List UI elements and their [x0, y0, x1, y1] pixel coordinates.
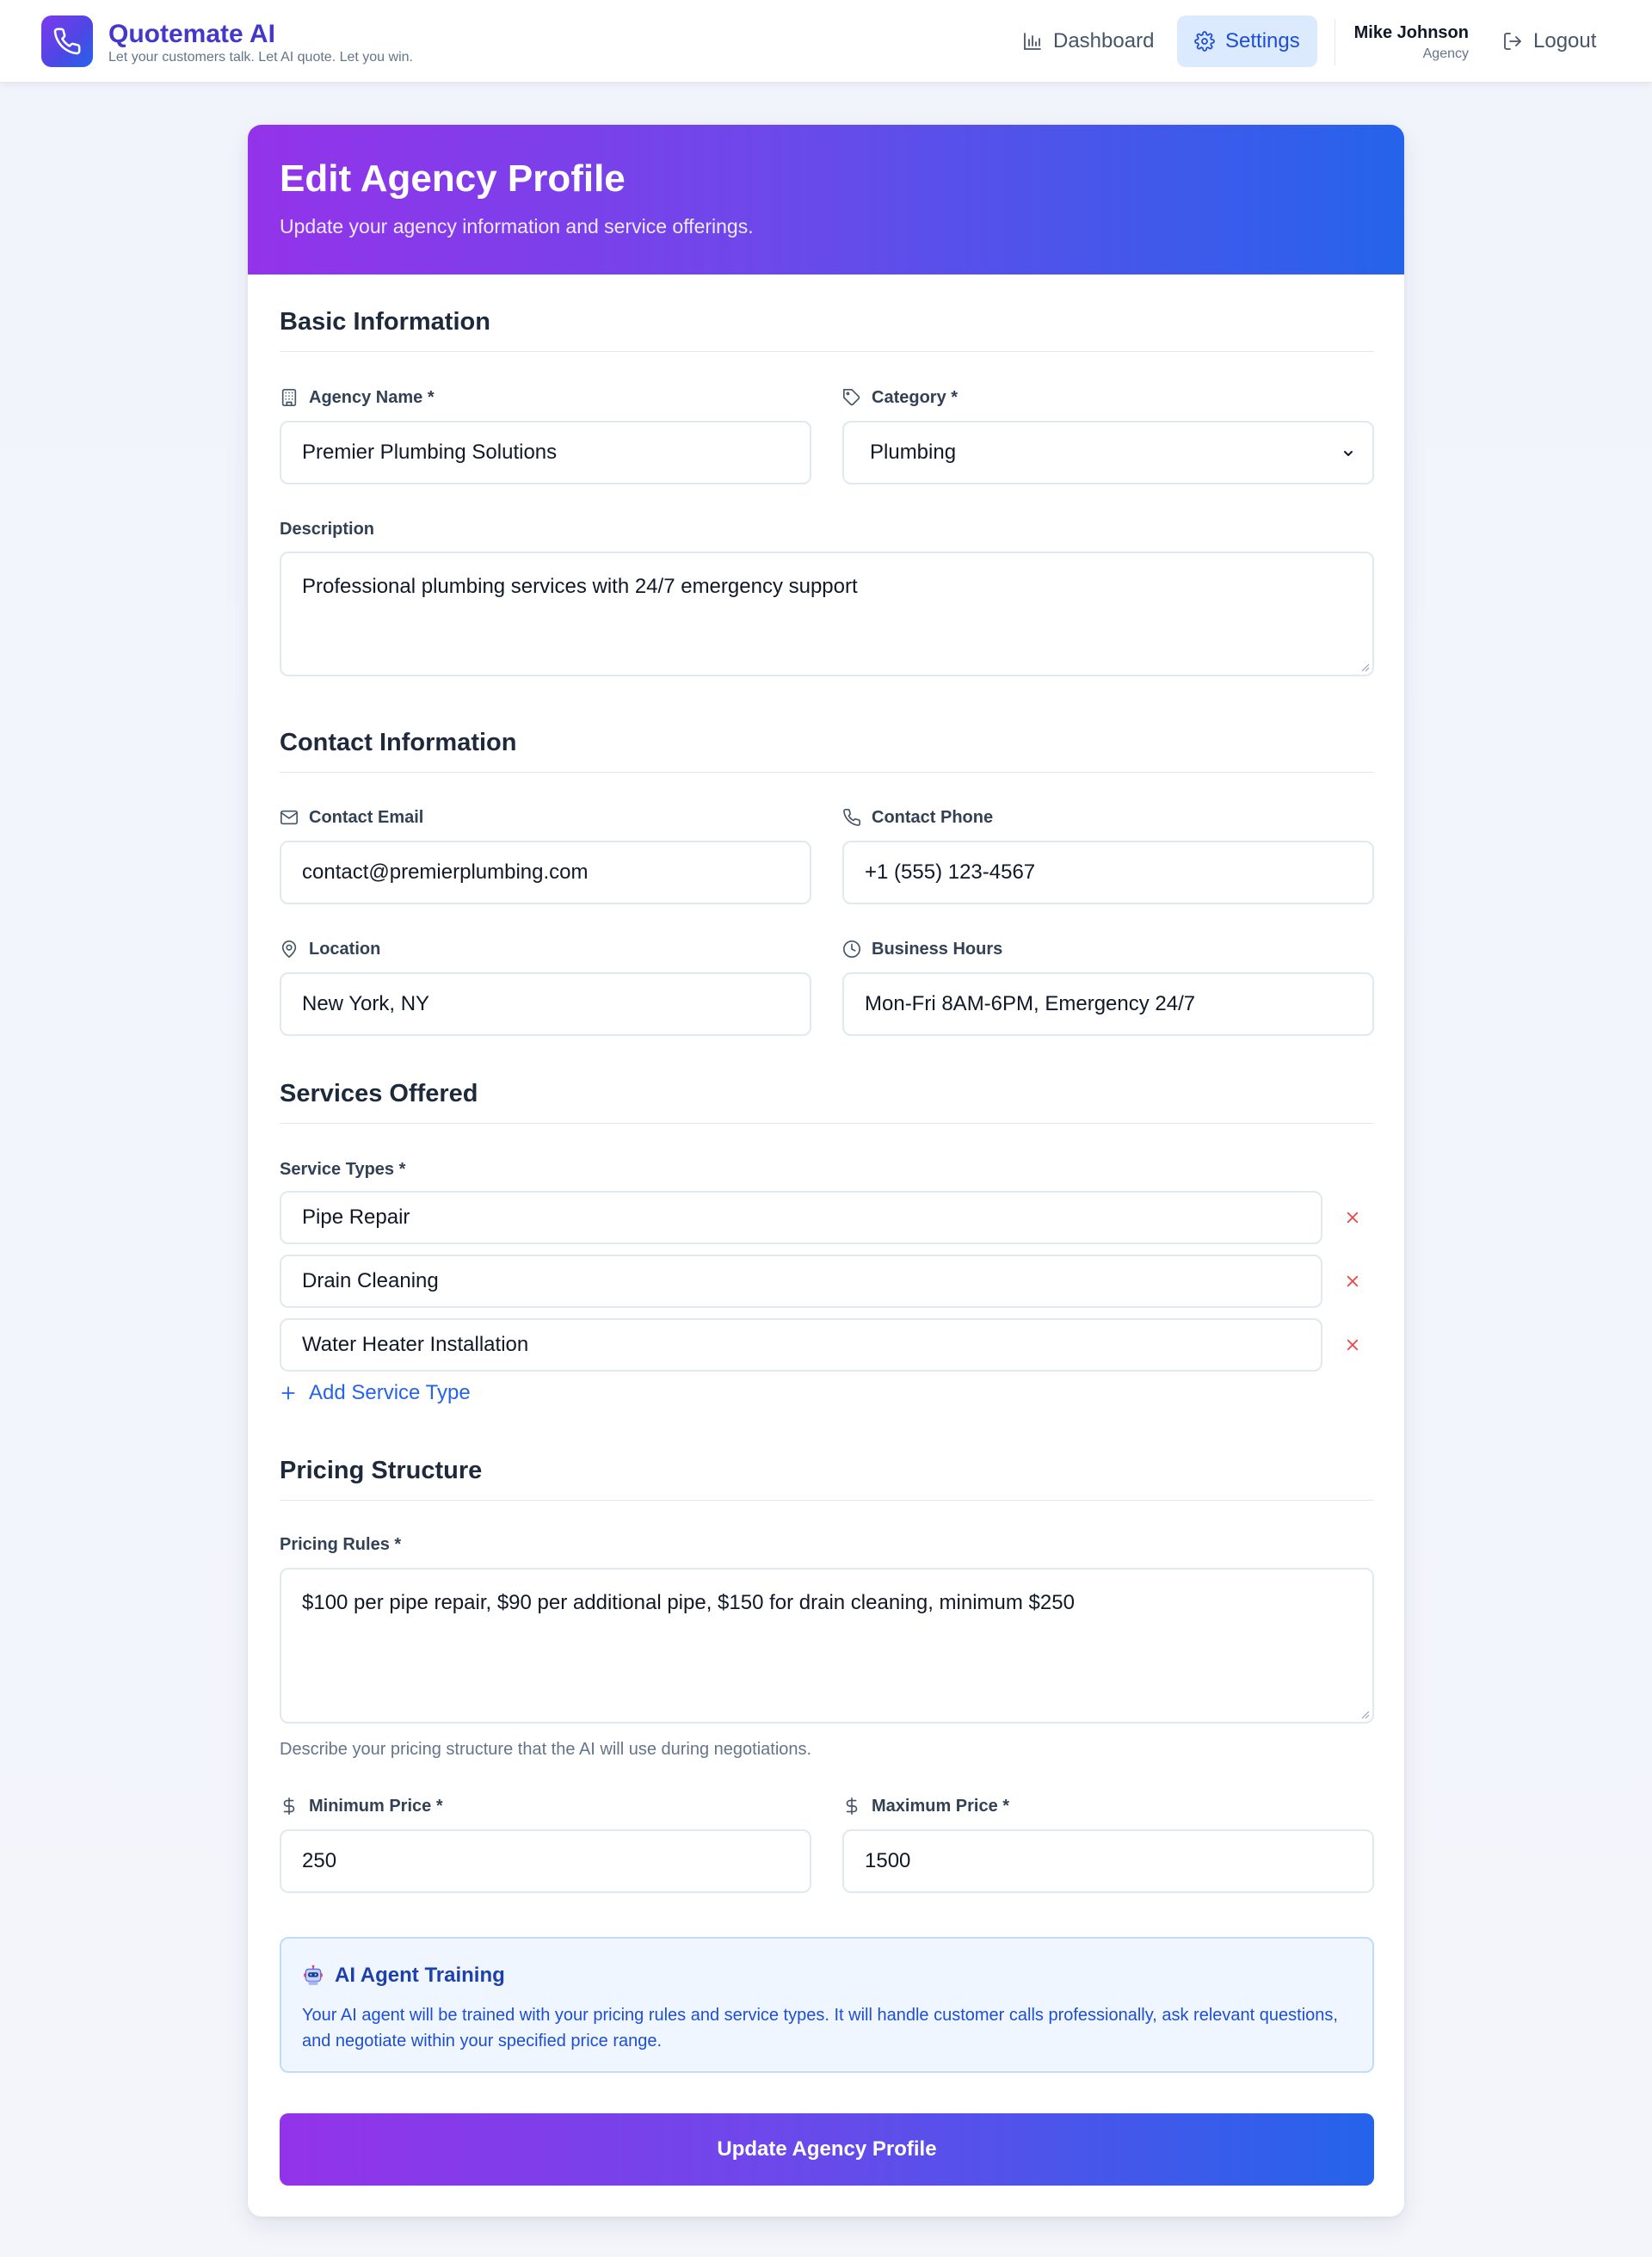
close-icon — [1347, 1275, 1359, 1287]
service-type-input[interactable]: Water Heater Installation — [280, 1318, 1322, 1372]
maximum-price-label: Maximum Price * — [842, 1796, 1009, 1816]
agency-profile-card: Edit Agency Profile Update your agency i… — [248, 125, 1404, 2217]
clock-icon — [843, 940, 860, 958]
category-label: Category * — [842, 387, 958, 408]
section-title-basic: Basic Information — [280, 308, 490, 336]
ai-training-title-text: AI Agent Training — [335, 1964, 505, 1987]
pricing-rules-textarea[interactable]: $100 per pipe repair, $90 per additional… — [280, 1568, 1374, 1724]
service-types-label-text: Service Types * — [280, 1160, 406, 1179]
tag-icon — [843, 389, 860, 406]
contact-phone-input[interactable]: +1 (555) 123-4567 — [842, 841, 1374, 904]
dollar-icon — [283, 1798, 295, 1815]
contact-phone-label: Contact Phone — [842, 807, 993, 828]
close-icon — [1347, 1339, 1359, 1351]
pricing-rules-label: Pricing Rules * — [280, 1534, 401, 1555]
robot-icon — [304, 1964, 323, 1985]
category-select-value: Plumbing — [870, 441, 957, 464]
mail-icon — [280, 810, 298, 825]
section-divider — [280, 1123, 1374, 1124]
ai-training-title: AI Agent Training — [302, 1963, 505, 1989]
maximum-price-input[interactable]: 1500 — [842, 1829, 1374, 1893]
logo[interactable] — [41, 15, 93, 67]
card-header: Edit Agency Profile Update your agency i… — [248, 125, 1404, 274]
remove-service-button[interactable] — [1335, 1328, 1370, 1362]
phone-icon — [843, 809, 860, 826]
update-agency-profile-button[interactable]: Update Agency Profile — [280, 2113, 1374, 2186]
logout-icon — [1504, 33, 1521, 50]
page-subtitle: Update your agency information and servi… — [280, 215, 754, 237]
pricing-rules-label-text: Pricing Rules * — [280, 1535, 402, 1554]
description-label-text: Description — [280, 520, 375, 539]
description-label: Description — [280, 519, 374, 540]
close-icon — [1347, 1212, 1359, 1224]
category-label-text: Category * — [872, 388, 959, 407]
ai-training-body: Your AI agent will be trained with your … — [302, 2006, 1338, 2050]
contact-email-input[interactable]: contact@premierplumbing.com — [280, 841, 811, 904]
agency-name-label-text: Agency Name * — [309, 388, 435, 407]
phone-icon — [53, 28, 81, 55]
pricing-rules-value: $100 per pipe repair, $90 per additional… — [302, 1591, 1075, 1614]
chevron-down-icon — [1344, 451, 1353, 456]
section-divider — [280, 772, 1374, 773]
maximum-price-label-text: Maximum Price * — [872, 1797, 1010, 1816]
contact-phone-label-text: Contact Phone — [872, 808, 994, 827]
remove-service-button[interactable] — [1335, 1264, 1370, 1298]
location-label: Location — [280, 939, 380, 959]
service-types-label: Service Types * — [280, 1159, 405, 1180]
nav-dashboard[interactable]: Dashboard — [1005, 15, 1171, 67]
minimum-price-label: Minimum Price * — [280, 1796, 443, 1816]
user-role: Agency — [1422, 46, 1469, 61]
contact-email-label-text: Contact Email — [309, 808, 424, 827]
section-divider — [280, 351, 1374, 352]
dollar-icon — [846, 1798, 858, 1815]
gear-icon — [1194, 31, 1215, 52]
top-navbar: Quotemate AI Let your customers talk. Le… — [0, 0, 1652, 83]
plus-icon — [281, 1386, 295, 1400]
pricing-helper-text: Describe your pricing structure that the… — [280, 1740, 812, 1759]
nav-dashboard-label: Dashboard — [1053, 29, 1155, 52]
description-value: Professional plumbing services with 24/7… — [302, 575, 858, 598]
service-type-input[interactable]: Drain Cleaning — [280, 1255, 1322, 1308]
section-divider — [280, 1500, 1374, 1501]
add-service-type-button[interactable]: Add Service Type — [280, 1380, 471, 1406]
bar-chart-icon — [1024, 33, 1041, 50]
business-hours-label-text: Business Hours — [872, 940, 1003, 959]
page-title: Edit Agency Profile — [280, 157, 626, 200]
logout-label: Logout — [1533, 29, 1597, 52]
minimum-price-input[interactable]: 250 — [280, 1829, 811, 1893]
user-name: Mike Johnson — [1353, 23, 1469, 42]
remove-service-button[interactable] — [1335, 1200, 1370, 1235]
business-hours-input[interactable]: Mon-Fri 8AM-6PM, Emergency 24/7 — [842, 972, 1374, 1036]
nav-settings-label: Settings — [1225, 29, 1300, 52]
section-title-contact: Contact Information — [280, 729, 517, 756]
minimum-price-label-text: Minimum Price * — [309, 1797, 443, 1816]
service-type-input[interactable]: Pipe Repair — [280, 1191, 1322, 1244]
nav-settings[interactable]: Settings — [1177, 15, 1317, 67]
section-title-pricing: Pricing Structure — [280, 1457, 483, 1484]
add-service-type-label: Add Service Type — [309, 1381, 471, 1404]
brand-title[interactable]: Quotemate AI — [108, 19, 275, 50]
agency-name-label: Agency Name * — [280, 387, 435, 408]
resize-grip-icon[interactable] — [1359, 662, 1370, 672]
building-icon — [281, 389, 297, 406]
category-select[interactable]: Plumbing — [842, 421, 1374, 484]
location-label-text: Location — [309, 940, 381, 959]
agency-name-input[interactable]: Premier Plumbing Solutions — [280, 421, 811, 484]
logout-button[interactable]: Logout — [1485, 15, 1613, 67]
brand-tagline: Let your customers talk. Let AI quote. L… — [108, 50, 413, 65]
business-hours-label: Business Hours — [842, 939, 1002, 959]
map-pin-icon — [281, 940, 297, 958]
description-textarea[interactable]: Professional plumbing services with 24/7… — [280, 552, 1374, 676]
location-input[interactable]: New York, NY — [280, 972, 811, 1036]
contact-email-label: Contact Email — [280, 807, 423, 828]
section-title-services: Services Offered — [280, 1080, 478, 1107]
ai-training-info-box: AI Agent Training Your AI agent will be … — [280, 1937, 1374, 2073]
resize-grip-icon[interactable] — [1359, 1709, 1370, 1719]
